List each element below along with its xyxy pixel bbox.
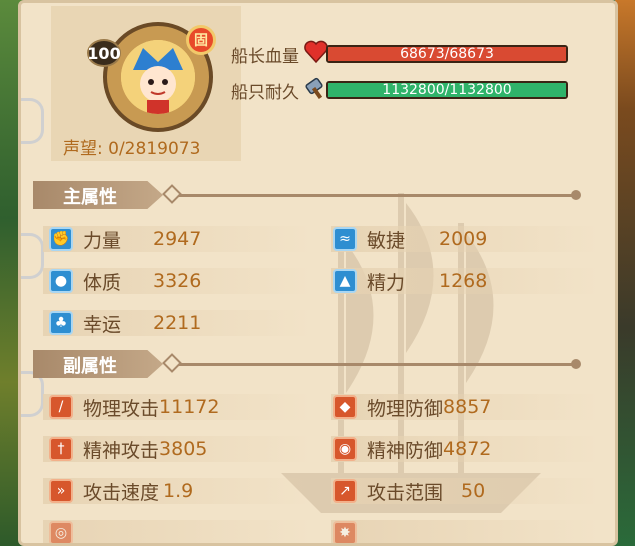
row-bg [331, 520, 601, 543]
attr-value: 8857 [443, 396, 492, 418]
panel-hook [21, 98, 44, 144]
level-badge: 100 [87, 39, 121, 67]
attr-mental-defense: ◉ 精神防御 4872 [333, 434, 491, 464]
attr-cut-off-row: ◎ [49, 518, 83, 543]
fame-label: 声望: [63, 139, 103, 159]
primary-title: 主属性 [63, 187, 117, 208]
attr-physical-defense: ◆ 物理防御 8857 [333, 392, 491, 422]
secondary-attributes-header: 副属性 [33, 350, 593, 378]
row-bg [43, 520, 313, 543]
attr-agility: ≈ 敏捷 2009 [333, 224, 487, 254]
attr-name: 攻击速度 [83, 481, 160, 504]
right-scene-strip [615, 0, 635, 546]
attr-value: 1.9 [163, 480, 194, 502]
attr-value: 2947 [153, 228, 202, 250]
panel-hook [21, 233, 44, 279]
attr-luck: ♣ 幸运 2211 [49, 308, 201, 338]
shield-icon: ◆ [333, 395, 357, 419]
rank-badge-icon[interactable]: 固 [186, 25, 216, 55]
primary-attributes-header: 主属性 [33, 181, 593, 209]
attr-attack-speed: » 攻击速度 1.9 [49, 476, 193, 506]
attr-value: 11172 [159, 396, 220, 418]
ship-durability-value: 1132800/1132800 [382, 82, 512, 98]
fame-value: 0/2819073 [108, 139, 201, 159]
ship-durability-bar: 1132800/1132800 [326, 81, 568, 99]
attr-name: 敏捷 [367, 229, 406, 252]
captain-hp-label: 船长血量 [231, 46, 299, 67]
attr-mental-attack: † 精神攻击 3805 [49, 434, 207, 464]
burst-icon: ✸ [333, 521, 357, 543]
divider-line [179, 363, 573, 366]
fame-text: 声望: 0/2819073 [63, 134, 200, 159]
range-icon: ↗ [333, 479, 357, 503]
attr-name: 攻击范围 [367, 481, 444, 504]
sword-icon: / [49, 395, 73, 419]
attr-value: 2211 [153, 312, 202, 334]
speed-sword-icon: » [49, 479, 73, 503]
target-icon: ◎ [49, 521, 73, 543]
attr-name: 幸运 [83, 313, 122, 336]
avatar [121, 40, 195, 114]
attr-name: 物理攻击 [83, 397, 160, 420]
attr-constitution: ● 体质 3326 [49, 266, 201, 296]
attr-name: 精力 [367, 271, 406, 294]
attr-name: 体质 [83, 271, 122, 294]
scholar-hat-icon: ▲ [333, 269, 357, 293]
divider-end [571, 190, 581, 200]
attr-name: 精神防御 [367, 439, 444, 462]
attr-value: 50 [461, 480, 486, 502]
character-stats-panel: 100 固 声望: 0/2819073 船长血量 68673/68673 船只耐… [18, 0, 618, 546]
staff-icon: † [49, 437, 73, 461]
magic-shield-icon: ◉ [333, 437, 357, 461]
captain-hp-row: 船长血量 68673/68673 [231, 40, 568, 67]
attr-value: 3805 [159, 438, 208, 460]
person-icon: ● [49, 269, 73, 293]
attr-value: 4872 [443, 438, 492, 460]
attr-strength: ✊ 力量 2947 [49, 224, 201, 254]
attr-name: 力量 [83, 229, 122, 252]
fist-icon: ✊ [49, 227, 73, 251]
captain-hp-bar: 68673/68673 [326, 45, 568, 63]
secondary-title: 副属性 [63, 356, 117, 377]
feather-icon: ≈ [333, 227, 357, 251]
attr-value: 2009 [439, 228, 488, 250]
attr-value: 3326 [153, 270, 202, 292]
divider-end [571, 359, 581, 369]
attr-value: 1268 [439, 270, 488, 292]
divider-line [179, 194, 573, 197]
clover-icon: ♣ [49, 311, 73, 335]
attr-cut-off-row: ✸ [333, 518, 367, 543]
attr-attack-range: ↗ 攻击范围 50 [333, 476, 485, 506]
ship-durability-row: 船只耐久 1132800/1132800 [231, 77, 568, 103]
attr-name: 精神攻击 [83, 439, 160, 462]
attr-physical-attack: / 物理攻击 11172 [49, 392, 219, 422]
attr-energy: ▲ 精力 1268 [333, 266, 487, 296]
ship-durability-label: 船只耐久 [231, 82, 299, 103]
captain-portrait-icon [121, 40, 195, 114]
attr-name: 物理防御 [367, 397, 444, 420]
captain-hp-value: 68673/68673 [400, 46, 494, 62]
